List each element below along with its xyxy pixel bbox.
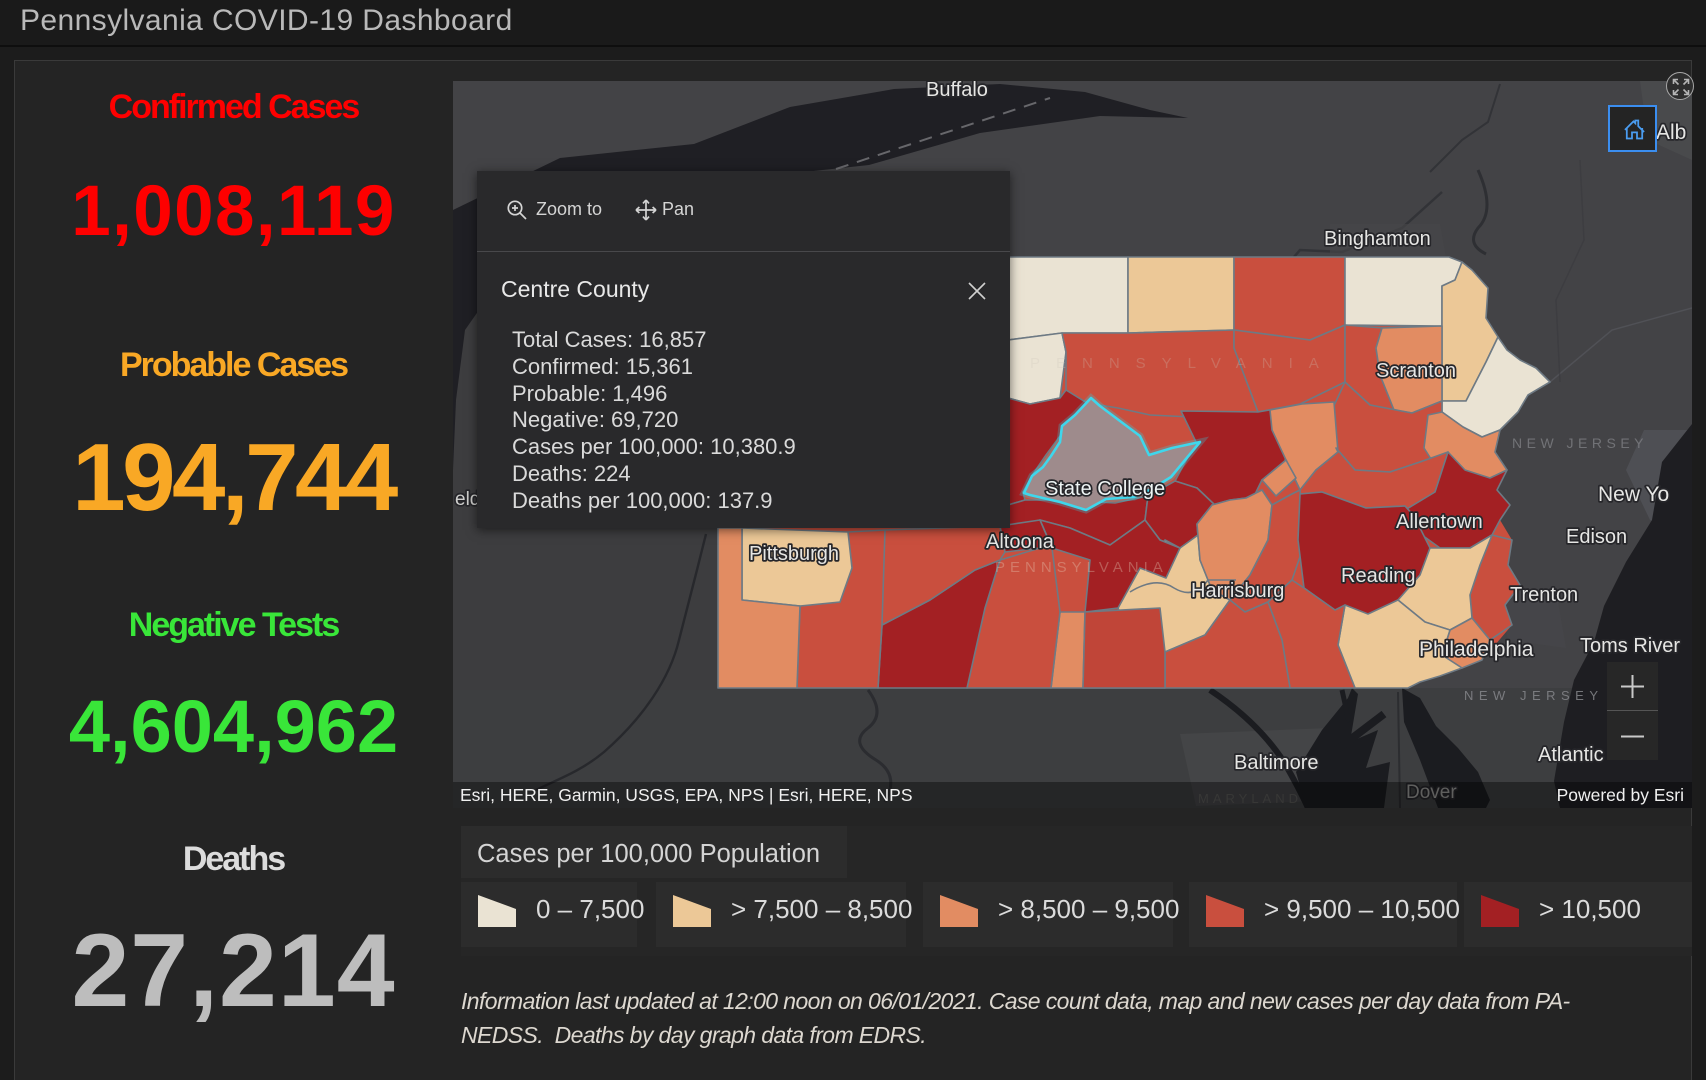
svg-text:Scranton: Scranton (1376, 360, 1456, 382)
svg-text:PENNSYLVANIA: PENNSYLVANIA (995, 559, 1168, 576)
svg-text:Alb: Alb (1656, 121, 1686, 144)
svg-text:New Yo: New Yo (1598, 483, 1669, 506)
svg-text:State College: State College (1045, 478, 1165, 500)
svg-text:Harrisburg: Harrisburg (1191, 580, 1284, 602)
svg-text:Toms River: Toms River (1580, 635, 1680, 657)
svg-text:Pittsburgh: Pittsburgh (749, 543, 839, 565)
svg-text:Philadelphia: Philadelphia (1419, 638, 1534, 661)
svg-text:Buffalo: Buffalo (926, 81, 988, 101)
svg-text:Atlantic: Atlantic (1538, 744, 1604, 766)
svg-text:Binghamton: Binghamton (1324, 228, 1431, 250)
svg-text:Baltimore: Baltimore (1234, 752, 1318, 774)
svg-text:Reading: Reading (1341, 565, 1416, 587)
svg-text:Altoona: Altoona (986, 531, 1055, 553)
svg-text:Trenton: Trenton (1510, 584, 1578, 606)
svg-text:Allentown: Allentown (1396, 511, 1483, 533)
svg-text:PENNSYLVANIA: PENNSYLVANIA (1030, 355, 1335, 372)
svg-text:NEW JERSEY: NEW JERSEY (1512, 435, 1648, 451)
svg-text:NEW JERSEY: NEW JERSEY (1464, 688, 1604, 703)
svg-text:Edison: Edison (1566, 526, 1627, 548)
